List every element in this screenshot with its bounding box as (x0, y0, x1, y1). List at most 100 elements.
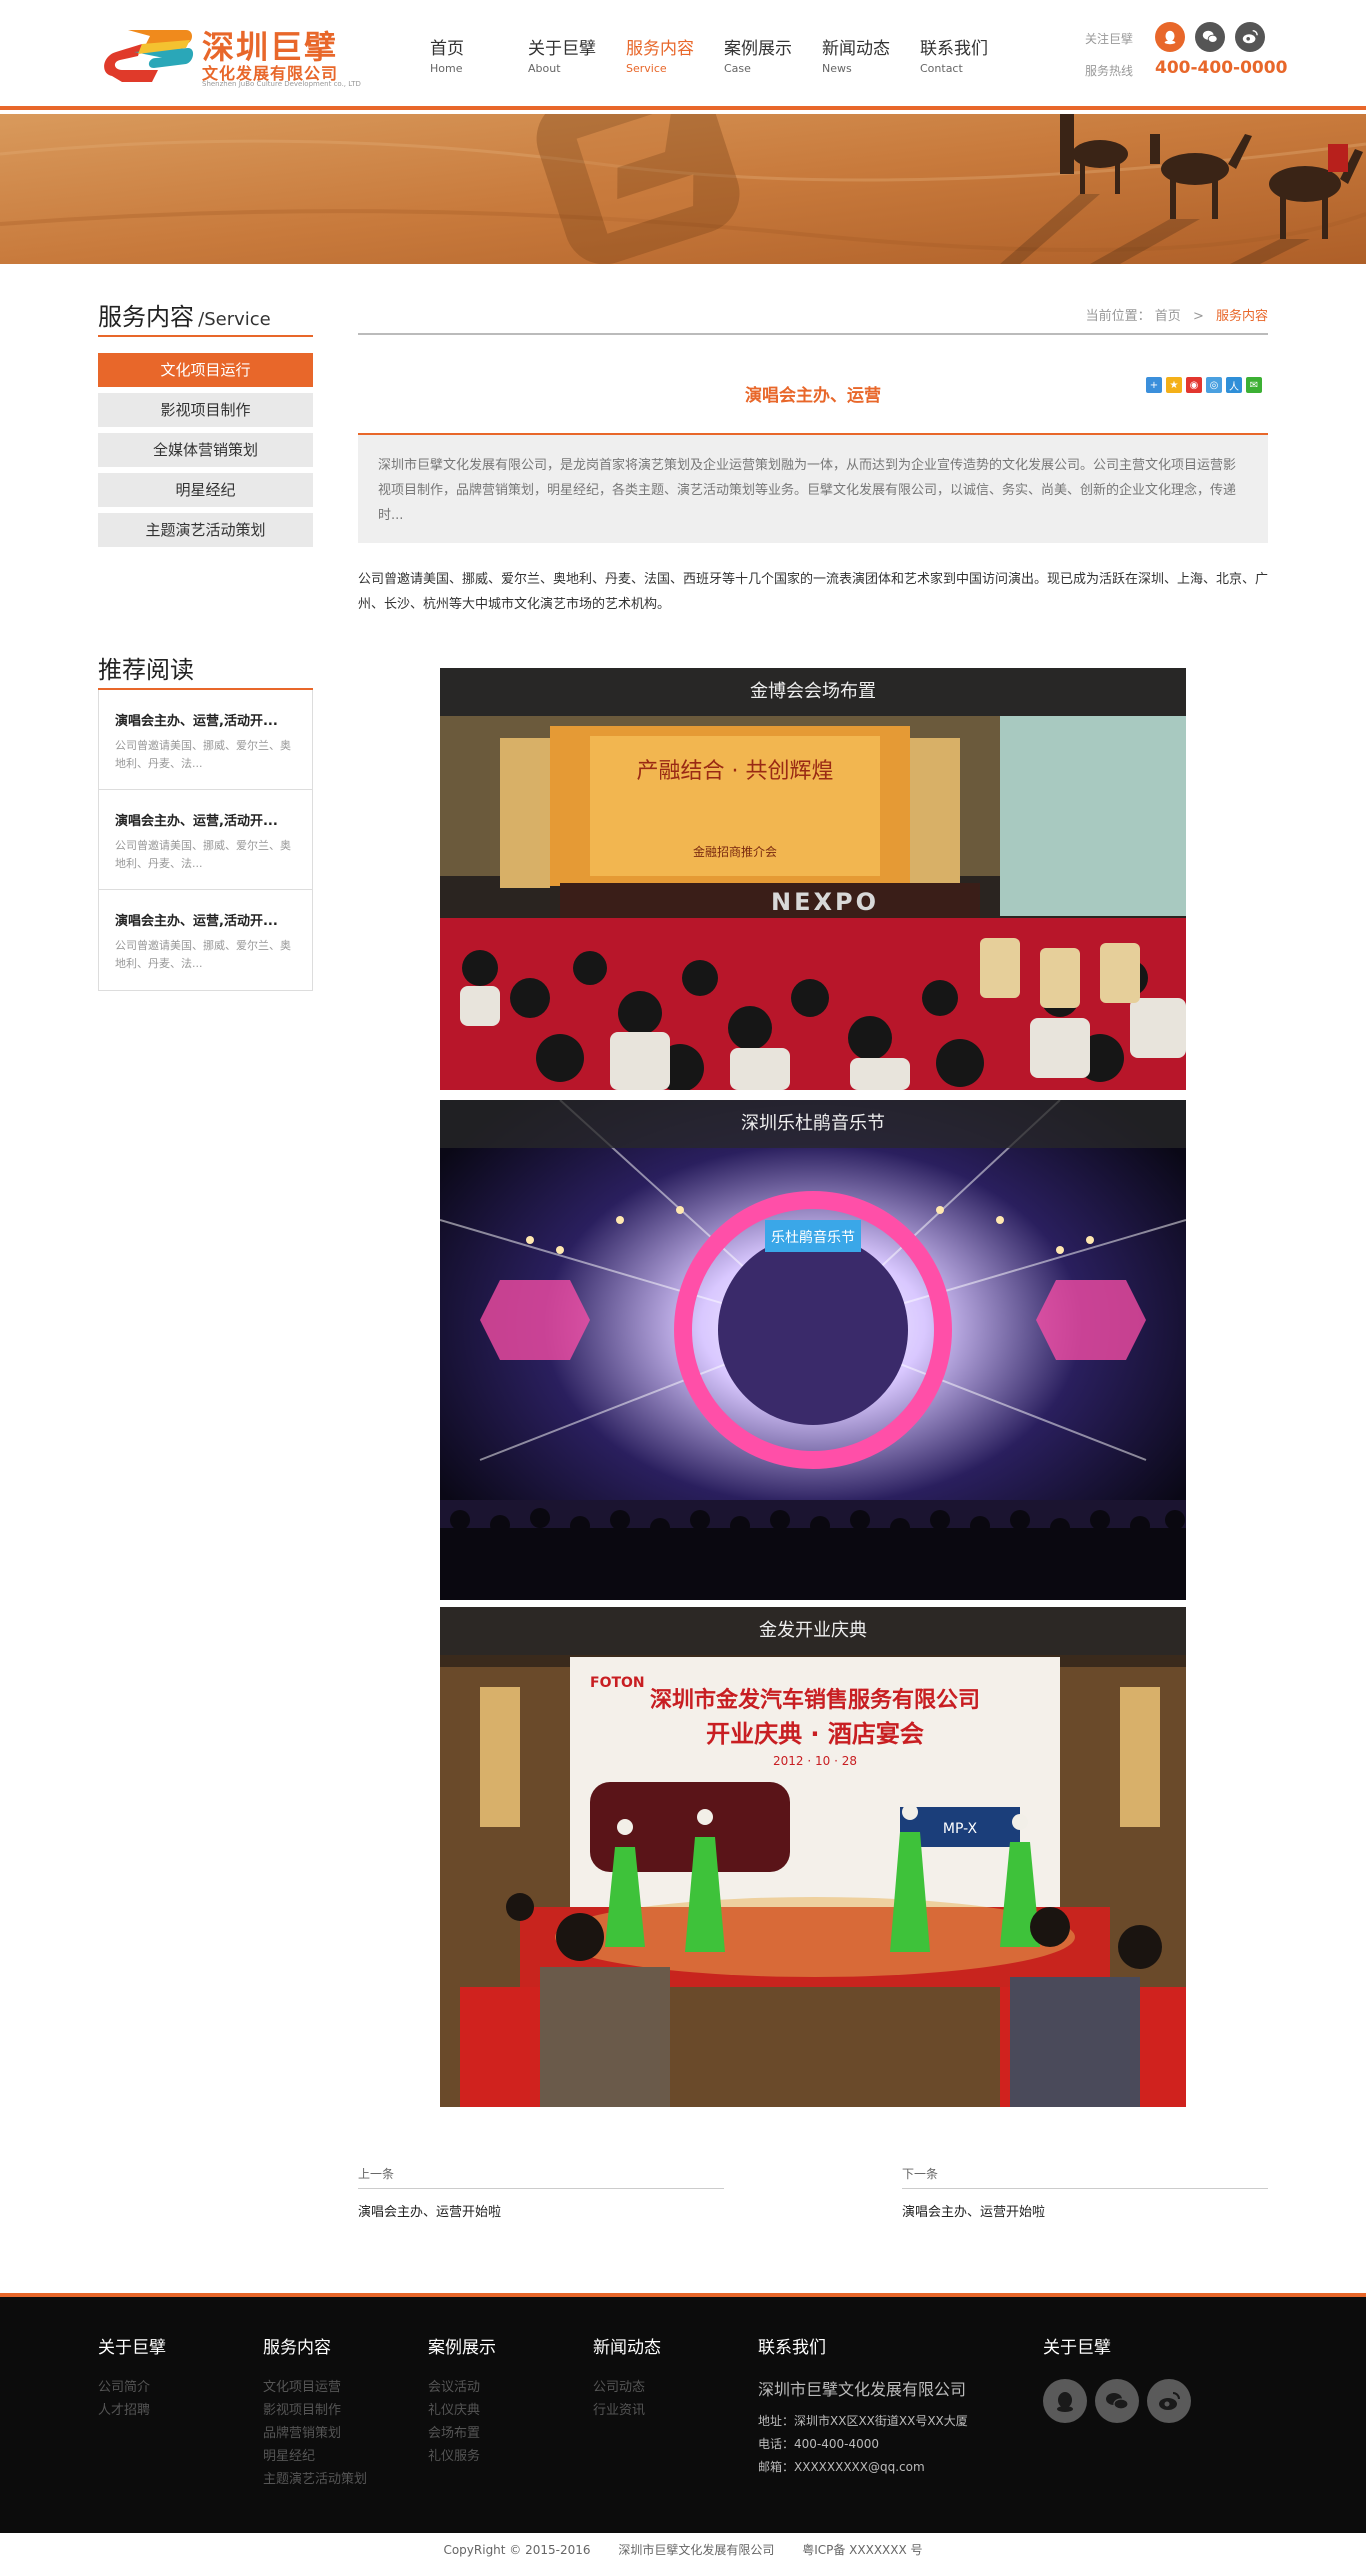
footer-link[interactable]: 文化项目运营 (263, 2376, 367, 2399)
next-label: 下一条 (902, 2165, 1268, 2189)
wechat-icon[interactable] (1195, 22, 1225, 52)
photo-caption: 金博会会场布置 (440, 668, 1186, 716)
music-festival-photo-image: 乐杜鹃音乐节 (440, 1100, 1186, 1600)
ceremony-badge-text: MP-X (943, 1821, 978, 1837)
site-footer: 关于巨擘 公司简介 人才招聘 服务内容 文化项目运营 影视项目制作 品牌营销策划… (0, 2293, 1366, 2533)
sidebar-item-culture-projects[interactable]: 文化项目运行 (98, 353, 313, 387)
footer-link[interactable]: 品牌营销策划 (263, 2422, 367, 2445)
breadcrumb-prefix: 当前位置： (1085, 309, 1151, 324)
recommended-reading: 推荐阅读 演唱会主办、运营,活动开... 公司曾邀请美国、挪威、爱尔兰、奥地利、… (98, 648, 313, 991)
article-photo-music-festival: 乐杜鹃音乐节 深圳乐杜鹃音乐节 (440, 1100, 1186, 1600)
footer-service-column: 服务内容 文化项目运营 影视项目制作 品牌营销策划 明星经纪 主题演艺活动策划 (263, 2333, 367, 2491)
prev-article-link[interactable]: 演唱会主办、运营开始啦 (358, 2201, 724, 2220)
nav-label-cn: 关于巨擘 (528, 39, 596, 59)
share-wechat-icon[interactable]: ✉ (1246, 377, 1262, 393)
ceremony-banner-date: 2012 · 10 · 28 (773, 1754, 857, 1768)
expo-floor-text: NEXPO (771, 888, 879, 916)
breadcrumb-home-link[interactable]: 首页 (1155, 309, 1181, 324)
share-qzone-icon[interactable]: ★ (1166, 377, 1182, 393)
icp-number[interactable]: 粤ICP备 XXXXXXX 号 (802, 2543, 922, 2557)
footer-heading: 关于巨擘 (1043, 2338, 1111, 2358)
footer-link[interactable]: 公司动态 (593, 2376, 661, 2399)
list-item-desc: 公司曾邀请美国、挪威、爱尔兰、奥地利、丹麦、法... (115, 739, 291, 770)
prev-label: 上一条 (358, 2165, 724, 2189)
expo-photo-image: 产融结合 · 共创辉煌 金融招商推介会 NEXPO (440, 668, 1186, 1090)
sidebar: 服务内容 /Service 文化项目运行 影视项目制作 全媒体营销策划 明星经纪… (98, 295, 313, 553)
footer-heading: 联系我们 (758, 2338, 826, 2358)
share-toolbar: + ★ ◉ ◎ 人 ✉ (1142, 377, 1262, 393)
list-item-title: 演唱会主办、运营,活动开... (115, 914, 278, 929)
ceremony-banner-line1: 深圳市金发汽车销售服务有限公司 (650, 1687, 980, 1713)
nav-service[interactable]: 服务内容 Service (626, 38, 724, 88)
footer-qq-icon[interactable] (1043, 2379, 1087, 2423)
logo-english: Shenzhen JuBo Culture Development co., L… (202, 80, 361, 88)
sidebar-item-star-agency[interactable]: 明星经纪 (98, 473, 313, 507)
sidebar-item-event-planning[interactable]: 主题演艺活动策划 (98, 513, 313, 547)
footer-heading: 关于巨擘 (98, 2338, 166, 2358)
footer-wechat-icon[interactable] (1095, 2379, 1139, 2423)
weibo-icon[interactable] (1235, 22, 1265, 52)
main-nav: 首页 Home 关于巨擘 About 服务内容 Service 案例展示 Cas… (430, 38, 1018, 88)
footer-link[interactable]: 主题演艺活动策划 (263, 2468, 367, 2491)
next-article-link[interactable]: 演唱会主办、运营开始啦 (902, 2201, 1268, 2220)
ceremony-banner-line2: 开业庆典 · 酒店宴会 (706, 1720, 924, 1748)
article-photo-expo: 产融结合 · 共创辉煌 金融招商推介会 NEXPO 金博会会场布置 (440, 668, 1186, 1090)
expo-banner-text: 产融结合 · 共创辉煌 (637, 759, 834, 784)
recommended-title: 推荐阅读 (98, 648, 313, 690)
nav-about[interactable]: 关于巨擘 About (528, 38, 626, 88)
share-tencent-icon[interactable]: ◎ (1206, 377, 1222, 393)
footer-link[interactable]: 礼仪服务 (428, 2445, 496, 2468)
list-item-title: 演唱会主办、运营,活动开... (115, 714, 278, 729)
sidebar-title-en: /Service (198, 309, 271, 330)
footer-link[interactable]: 行业资讯 (593, 2399, 661, 2422)
logo-mark-icon (104, 30, 194, 82)
footer-link[interactable]: 礼仪庆典 (428, 2399, 496, 2422)
sidebar-item-film-production[interactable]: 影视项目制作 (98, 393, 313, 427)
footer-about-column: 关于巨擘 公司简介 人才招聘 (98, 2333, 166, 2422)
nav-news[interactable]: 新闻动态 News (822, 38, 920, 88)
sidebar-title: 服务内容 /Service (98, 295, 313, 337)
nav-contact[interactable]: 联系我们 Contact (920, 38, 1018, 88)
share-more-icon[interactable]: + (1146, 377, 1162, 393)
footer-link[interactable]: 人才招聘 (98, 2399, 166, 2422)
nav-label-en: Home (430, 62, 463, 75)
footer-link[interactable]: 明星经纪 (263, 2445, 367, 2468)
company-logo[interactable]: 深圳巨擘 文化发展有限公司 Shenzhen JuBo Culture Deve… (98, 18, 361, 90)
breadcrumb: 当前位置： 首页 > 服务内容 (358, 295, 1268, 335)
share-weibo-icon[interactable]: ◉ (1186, 377, 1202, 393)
footer-link[interactable]: 公司简介 (98, 2376, 166, 2399)
recommended-title-text: 推荐阅读 (98, 656, 194, 684)
nav-case[interactable]: 案例展示 Case (724, 38, 822, 88)
nav-label-cn: 案例展示 (724, 39, 792, 59)
qq-icon[interactable] (1155, 22, 1185, 52)
list-item-desc: 公司曾邀请美国、挪威、爱尔兰、奥地利、丹麦、法... (115, 839, 291, 870)
share-renren-icon[interactable]: 人 (1226, 377, 1242, 393)
footer-link[interactable]: 会场布置 (428, 2422, 496, 2445)
list-item-desc: 公司曾邀请美国、挪威、爱尔兰、奥地利、丹麦、法... (115, 939, 291, 970)
nav-label-cn: 联系我们 (920, 39, 988, 59)
sidebar-title-cn: 服务内容 (98, 303, 194, 331)
sidebar-item-media-marketing[interactable]: 全媒体营销策划 (98, 433, 313, 467)
footer-link[interactable]: 会议活动 (428, 2376, 496, 2399)
footer-news-column: 新闻动态 公司动态 行业资讯 (593, 2333, 661, 2422)
hotline-label: 服务热线 (1085, 64, 1134, 78)
footer-link[interactable]: 影视项目制作 (263, 2399, 367, 2422)
festival-screen-text: 乐杜鹃音乐节 (771, 1229, 855, 1246)
photo-caption: 深圳乐杜鹃音乐节 (440, 1100, 1186, 1148)
opening-ceremony-photo-image: FOTON 深圳市金发汽车销售服务有限公司 开业庆典 · 酒店宴会 2012 ·… (440, 1607, 1186, 2107)
article-summary: 深圳市巨擘文化发展有限公司，是龙岗首家将演艺策划及企业运营策划融为一体，从而达到… (358, 433, 1268, 543)
list-item[interactable]: 演唱会主办、运营,活动开... 公司曾邀请美国、挪威、爱尔兰、奥地利、丹麦、法.… (99, 790, 312, 890)
footer-cases-column: 案例展示 会议活动 礼仪庆典 会场布置 礼仪服务 (428, 2333, 496, 2468)
copyright-text: CopyRight © 2015-2016 (443, 2543, 591, 2557)
list-item[interactable]: 演唱会主办、运营,活动开... 公司曾邀请美国、挪威、爱尔兰、奥地利、丹麦、法.… (99, 890, 312, 990)
service-menu: 文化项目运行 影视项目制作 全媒体营销策划 明星经纪 主题演艺活动策划 (98, 353, 313, 547)
nav-label-en: News (822, 62, 852, 75)
breadcrumb-separator: > (1192, 309, 1204, 324)
hero-banner (0, 114, 1366, 264)
footer-heading: 服务内容 (263, 2338, 331, 2358)
article-photo-opening-ceremony: FOTON 深圳市金发汽车销售服务有限公司 开业庆典 · 酒店宴会 2012 ·… (440, 1607, 1186, 2107)
footer-contact-column: 联系我们 深圳市巨擘文化发展有限公司 地址：深圳市XX区XX街道XX号XX大厦 … (758, 2333, 968, 2479)
footer-weibo-icon[interactable] (1147, 2379, 1191, 2423)
list-item[interactable]: 演唱会主办、运营,活动开... 公司曾邀请美国、挪威、爱尔兰、奥地利、丹麦、法.… (99, 690, 312, 790)
nav-home[interactable]: 首页 Home (430, 38, 528, 88)
